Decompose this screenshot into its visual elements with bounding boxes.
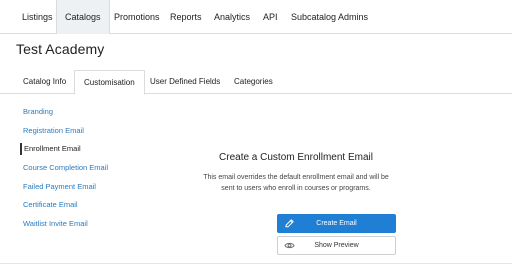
sidebar-item-course-completion-email[interactable]: Course Completion Email [23,162,108,174]
tab-reports[interactable]: Reports [162,0,210,34]
subtab-catalog-info[interactable]: Catalog Info [14,70,75,94]
pencil-icon [284,218,295,229]
main-description: This email overrides the default enrollm… [203,174,389,192]
show-preview-label: Show Preview [314,242,359,249]
tab-listings[interactable]: Listings [14,0,61,34]
create-email-button[interactable]: Create Email [277,214,396,233]
create-email-label: Create Email [316,220,357,227]
subtab-customisation[interactable]: Customisation [74,70,145,95]
sidebar-item-registration-email[interactable]: Registration Email [23,125,84,137]
subtab-categories[interactable]: Categories [225,70,282,94]
sidebar-item-failed-payment-email[interactable]: Failed Payment Email [23,181,96,193]
top-navigation: Listings Catalogs Promotions Reports Ana… [0,0,512,34]
tab-analytics[interactable]: Analytics [206,0,258,34]
sidebar-item-branding[interactable]: Branding [23,106,53,118]
tab-catalogs[interactable]: Catalogs [56,0,110,34]
show-preview-button[interactable]: Show Preview [277,236,396,255]
sidebar-item-enrollment-email[interactable]: Enrollment Email [20,143,81,155]
main-heading: Create a Custom Enrollment Email [219,152,373,163]
sidebar-item-waitlist-invite-email[interactable]: Waitlist Invite Email [23,218,88,230]
catalog-subtabs: Catalog Info Customisation User Defined … [0,70,512,95]
eye-icon [284,240,295,251]
sidebar-item-certificate-email[interactable]: Certificate Email [23,199,78,211]
tab-api[interactable]: API [255,0,286,34]
subtab-user-defined-fields[interactable]: User Defined Fields [141,70,229,94]
page-title: Test Academy [16,41,105,57]
tab-promotions[interactable]: Promotions [106,0,168,34]
bottom-divider [0,263,512,264]
tab-subcatalog-admins[interactable]: Subcatalog Admins [283,0,376,34]
